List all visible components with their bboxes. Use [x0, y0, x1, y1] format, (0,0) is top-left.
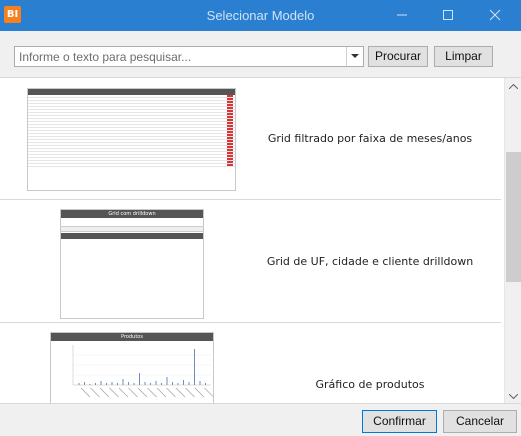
model-item[interactable]: Grid com drilldown Grid de UF, cidade e … [0, 201, 501, 323]
thumbnail-axis-label [80, 387, 91, 398]
thumbnail-title: Produtos [51, 333, 213, 341]
confirm-button[interactable]: Confirmar [362, 410, 437, 433]
search-button[interactable]: Procurar [368, 46, 428, 67]
thumbnail-title: Grid com drilldown [61, 210, 203, 218]
chevron-down-icon [351, 54, 359, 58]
model-item[interactable]: Produtos Gráfico de produtos [0, 324, 501, 403]
thumbnail-axis-label [194, 387, 205, 398]
thumbnail-axis-label [118, 387, 129, 398]
thumbnail-axis-label [128, 387, 138, 398]
search-dropdown-button[interactable] [346, 47, 363, 66]
thumbnail-axis-label [185, 387, 195, 398]
scroll-up-button[interactable] [505, 78, 521, 95]
maximize-button[interactable] [425, 0, 471, 31]
model-thumbnail: Produtos [50, 332, 214, 403]
scroll-down-button[interactable] [505, 388, 521, 403]
model-label: Grid de UF, cidade e cliente drilldown [266, 255, 474, 268]
model-label: Gráfico de produtos [315, 378, 425, 391]
search-combobox[interactable] [14, 46, 364, 67]
maximize-icon [443, 10, 453, 20]
thumbnail-axis-label [99, 387, 110, 398]
cancel-button[interactable]: Cancelar [443, 410, 517, 433]
thumbnail-row [28, 164, 235, 167]
thumbnail-axis-label [204, 387, 213, 397]
thumbnail-chart [72, 345, 213, 398]
model-label: Grid filtrado por faixa de meses/anos [267, 132, 473, 145]
thumbnail-toolbar [61, 218, 203, 227]
thumbnail-axis-label [166, 387, 176, 398]
clear-button[interactable]: Limpar [434, 46, 493, 67]
close-icon [489, 9, 501, 21]
select-model-dialog: BI Selecionar Modelo Procurar Limpar Gri… [0, 0, 521, 436]
thumbnail-axis-label [147, 387, 157, 398]
search-input[interactable] [15, 47, 346, 66]
chevron-down-icon [509, 394, 518, 399]
thumbnail-rows [28, 95, 235, 167]
thumbnail-grid-header [61, 227, 203, 232]
thumbnail-axis-label [156, 387, 167, 398]
vertical-scrollbar[interactable] [504, 78, 521, 403]
title-bar: BI Selecionar Modelo [0, 0, 521, 31]
thumbnail-grid-row [61, 233, 203, 239]
minimize-icon [397, 14, 407, 16]
model-thumbnail: Grid com drilldown [60, 209, 204, 319]
thumbnail-axis-label [175, 387, 186, 398]
model-thumbnail [27, 88, 236, 191]
close-button[interactable] [472, 0, 518, 31]
scroll-thumb[interactable] [506, 152, 521, 282]
thumbnail-axis-label [109, 387, 119, 398]
model-list[interactable]: Grid filtrado por faixa de meses/anos Gr… [0, 77, 521, 404]
thumbnail-axis-label [137, 387, 148, 398]
model-item[interactable]: Grid filtrado por faixa de meses/anos [0, 78, 501, 200]
chevron-up-icon [509, 84, 518, 89]
minimize-button[interactable] [379, 0, 425, 31]
thumbnail-axis-label [90, 387, 100, 398]
